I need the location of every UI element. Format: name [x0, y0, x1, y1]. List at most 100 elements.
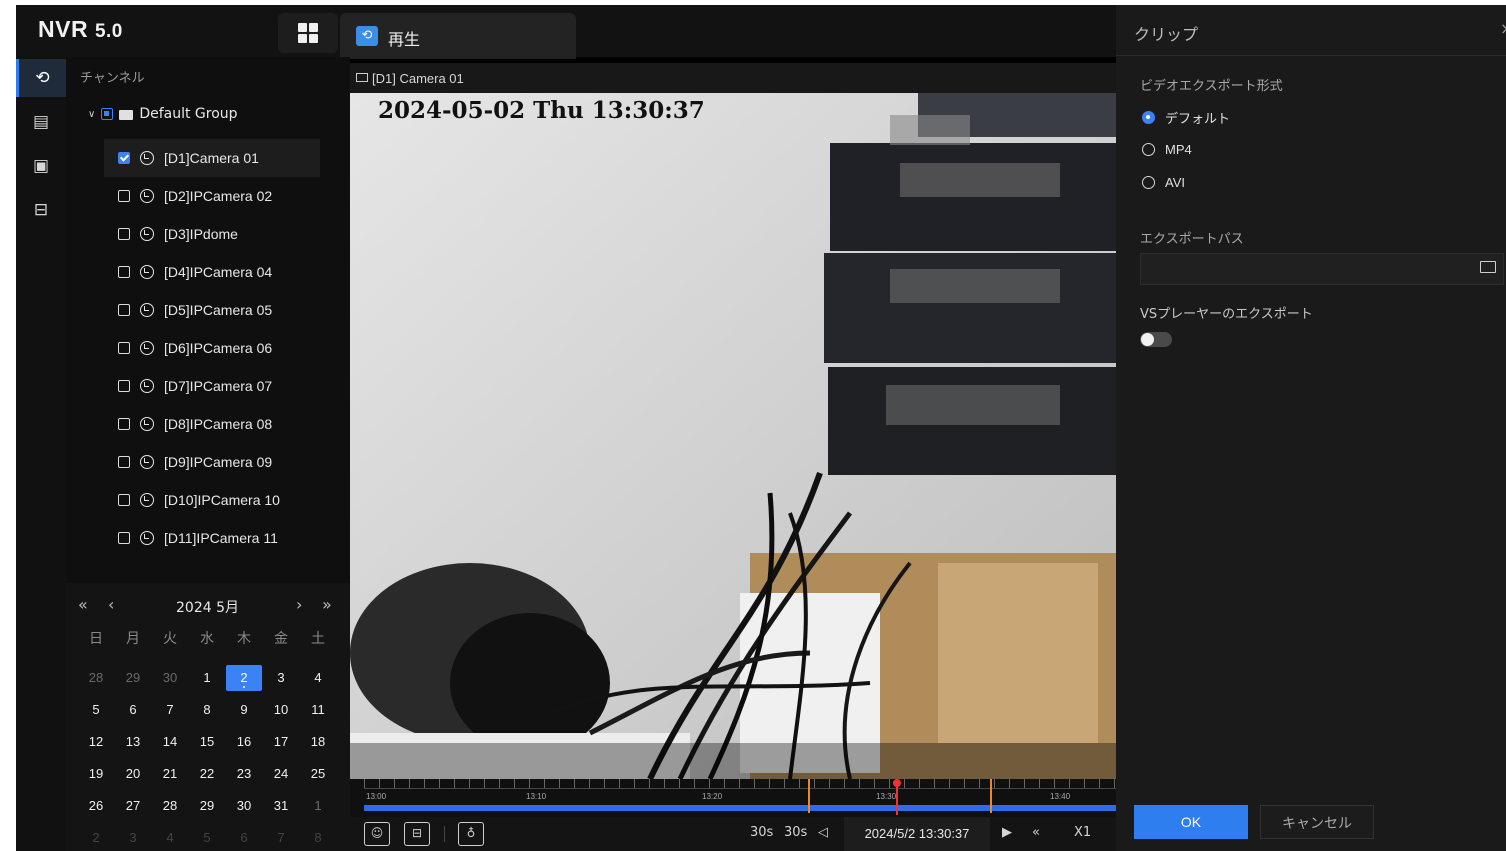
calendar-day[interactable]: 3 [115, 825, 151, 851]
calendar-day[interactable]: 4 [152, 825, 188, 851]
skip-back-icon[interactable]: 30s [750, 825, 773, 840]
channel-item[interactable]: [D11]IPCamera 11 [104, 519, 320, 557]
calendar-day[interactable]: 16 [226, 729, 262, 755]
channel-item[interactable]: [D10]IPCamera 10 [104, 481, 320, 519]
folder-icon[interactable] [1480, 261, 1496, 273]
calendar-day[interactable]: 2 [226, 665, 262, 691]
calendar-day[interactable]: 11 [300, 697, 336, 723]
calendar-day[interactable]: 5 [78, 697, 114, 723]
calendar-day[interactable]: 28 [152, 793, 188, 819]
channel-checkbox[interactable] [118, 266, 130, 278]
light-icon[interactable]: ♁ [458, 822, 484, 846]
calendar-day[interactable]: 14 [152, 729, 188, 755]
channel-item[interactable]: [D6]IPCamera 06 [104, 329, 320, 367]
calendar-day[interactable]: 7 [263, 825, 299, 851]
rail-backup-icon[interactable]: ⊟ [16, 191, 66, 229]
person-icon[interactable]: ☺ [364, 822, 390, 846]
calendar-day[interactable]: 20 [115, 761, 151, 787]
channel-checkbox[interactable] [118, 342, 130, 354]
clip-start-marker[interactable] [808, 779, 810, 813]
channel-item[interactable]: [D1]Camera 01 [104, 139, 320, 177]
calendar-day[interactable]: 10 [263, 697, 299, 723]
calendar-day[interactable]: 30 [152, 665, 188, 691]
channel-item[interactable]: [D9]IPCamera 09 [104, 443, 320, 481]
calendar-day[interactable]: 21 [152, 761, 188, 787]
calendar-day[interactable]: 1 [300, 793, 336, 819]
channel-item[interactable]: [D8]IPCamera 08 [104, 405, 320, 443]
channel-item[interactable]: [D7]IPCamera 07 [104, 367, 320, 405]
calendar-day[interactable]: 27 [115, 793, 151, 819]
recording-bar[interactable] [364, 805, 1116, 811]
format-option-avi[interactable]: AVI [1142, 175, 1185, 190]
calendar-day[interactable]: 6 [115, 697, 151, 723]
calendar-day[interactable]: 15 [189, 729, 225, 755]
channel-item[interactable]: [D5]IPCamera 05 [104, 291, 320, 329]
channel-group[interactable]: ∨ Default Group [88, 103, 238, 125]
next-year-icon[interactable]: » [322, 595, 332, 614]
rewind-icon[interactable]: « [1032, 825, 1040, 840]
channel-checkbox[interactable] [118, 228, 130, 240]
vs-export-toggle[interactable] [1140, 332, 1172, 347]
format-option-mp4[interactable]: MP4 [1142, 142, 1192, 157]
calendar-day[interactable]: 9 [226, 697, 262, 723]
chevron-down-icon[interactable]: ∨ [88, 109, 95, 120]
calendar-day[interactable]: 3 [263, 665, 299, 691]
channel-checkbox[interactable] [118, 380, 130, 392]
channel-item[interactable]: [D4]IPCamera 04 [104, 253, 320, 291]
channel-checkbox[interactable] [118, 456, 130, 468]
channel-checkbox[interactable] [118, 152, 130, 164]
export-path-input[interactable] [1140, 253, 1504, 285]
calendar-day[interactable]: 1 [189, 665, 225, 691]
calendar-day[interactable]: 26 [78, 793, 114, 819]
tab-playback[interactable]: ⟲ 再生 [340, 13, 576, 59]
calendar-day[interactable]: 6 [226, 825, 262, 851]
calendar-day[interactable]: 23 [226, 761, 262, 787]
time-readout[interactable]: 2024/5/2 13:30:37 [844, 817, 990, 851]
calendar-day[interactable]: 29 [115, 665, 151, 691]
cancel-button[interactable]: キャンセル [1260, 805, 1374, 839]
channel-checkbox[interactable] [118, 190, 130, 202]
group-checkbox[interactable] [101, 108, 114, 120]
calendar-day[interactable]: 28 [78, 665, 114, 691]
channel-checkbox[interactable] [118, 304, 130, 316]
channel-checkbox[interactable] [118, 494, 130, 506]
next-month-icon[interactable]: › [296, 595, 302, 614]
step-back-icon[interactable]: ◁ [818, 825, 828, 840]
rail-video-icon[interactable]: ▣ [16, 147, 66, 185]
calendar-day[interactable]: 17 [263, 729, 299, 755]
calendar-day[interactable]: 5 [189, 825, 225, 851]
channel-checkbox[interactable] [118, 418, 130, 430]
calendar-day[interactable]: 13 [115, 729, 151, 755]
timeline[interactable]: 13:00 13:10 13:20 13:30 13:40 [350, 779, 1116, 817]
channel-item[interactable]: [D3]IPdome [104, 215, 320, 253]
playhead[interactable] [893, 779, 901, 815]
calendar-day[interactable]: 2 [78, 825, 114, 851]
calendar-day[interactable]: 25 [300, 761, 336, 787]
calendar-day[interactable]: 19 [78, 761, 114, 787]
ok-button[interactable]: OK [1134, 805, 1248, 839]
calendar-day[interactable]: 8 [300, 825, 336, 851]
prev-month-icon[interactable]: ‹ [108, 595, 114, 614]
video-frame[interactable]: 2024-05-02 Thu 13:30:37 [350, 93, 1116, 779]
calendar-day[interactable]: 8 [189, 697, 225, 723]
grid-view-button[interactable] [278, 13, 338, 53]
rail-file-search-icon[interactable]: ▤ [16, 103, 66, 141]
calendar-day[interactable]: 29 [189, 793, 225, 819]
clip-end-marker[interactable] [990, 779, 992, 813]
prev-year-icon[interactable]: « [78, 595, 88, 614]
calendar-day[interactable]: 30 [226, 793, 262, 819]
format-option-default[interactable]: デフォルト [1142, 108, 1230, 127]
calendar-day[interactable]: 31 [263, 793, 299, 819]
vehicle-icon[interactable]: ⊟ [404, 822, 430, 846]
calendar-day[interactable]: 24 [263, 761, 299, 787]
rail-playback-icon[interactable]: ⟲ [16, 59, 66, 97]
channel-checkbox[interactable] [118, 532, 130, 544]
calendar-day[interactable]: 22 [189, 761, 225, 787]
calendar-day[interactable]: 4 [300, 665, 336, 691]
calendar-day[interactable]: 12 [78, 729, 114, 755]
skip-forward-icon[interactable]: 30s [784, 825, 807, 840]
calendar-day[interactable]: 18 [300, 729, 336, 755]
calendar-day[interactable]: 7 [152, 697, 188, 723]
channel-item[interactable]: [D2]IPCamera 02 [104, 177, 320, 215]
speed-label[interactable]: X1 [1074, 825, 1091, 840]
